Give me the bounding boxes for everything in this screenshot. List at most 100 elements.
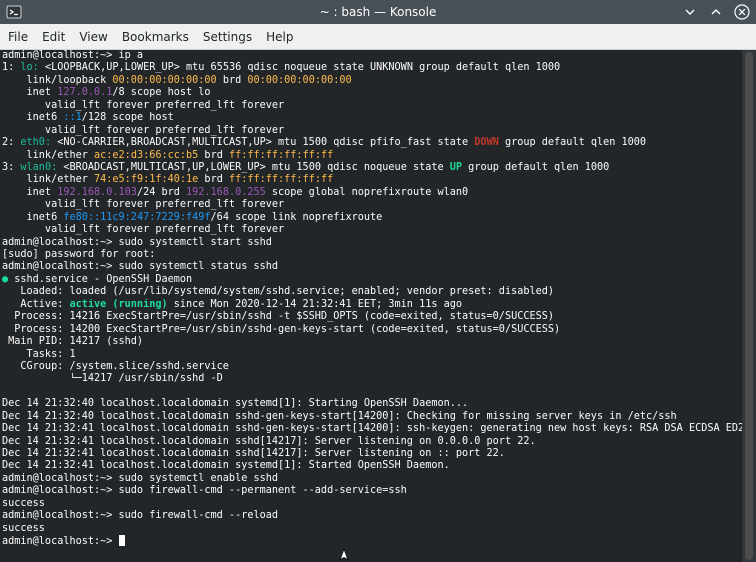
terminal-text-segment: <BROADCAST,MULTICAST,UP,LOWER_UP> mtu 15… [57, 161, 450, 173]
menu-help[interactable]: Help [259, 24, 300, 50]
terminal-text-segment: Dec 14 21:32:41 localhost.localdomain sy… [2, 460, 450, 472]
terminal-line: ● sshd.service - OpenSSH Daemon [2, 274, 742, 286]
menu-settings[interactable]: Settings [196, 24, 259, 50]
terminal-text-segment: ff:ff:ff:ff:ff:ff [228, 149, 334, 161]
terminal-text-segment: since Mon 2020-12-14 21:32:41 EET; 3min … [167, 298, 463, 310]
terminal-text-segment: valid_lft forever preferred_lft forever [2, 124, 285, 136]
close-icon [734, 4, 750, 20]
mouse-pointer-icon [338, 547, 350, 561]
terminal-text-segment: admin@localhost:~> [2, 536, 119, 548]
terminal-line: valid_lft forever preferred_lft forever [2, 199, 742, 211]
vertical-scrollbar[interactable] [742, 50, 756, 562]
terminal-text-segment: link/loopback [2, 74, 113, 86]
terminal-line: Dec 14 21:32:41 localhost.localdomain ss… [2, 423, 742, 435]
terminal-text-segment: 1: [2, 62, 21, 74]
terminal-line: inet6 fe80::11c9:247:7229:f49f/64 scope … [2, 212, 742, 224]
terminal-text-segment: DOWN [474, 137, 499, 149]
terminal-text-segment: 00:00:00:00:00:00 [247, 74, 352, 86]
terminal-line: link/loopback 00:00:00:00:00:00 brd 00:0… [2, 75, 742, 87]
terminal-text-segment: active (running) [69, 298, 168, 310]
terminal-line: inet 127.0.0.1/8 scope host lo [2, 87, 742, 99]
minimize-button[interactable] [682, 4, 698, 20]
terminal-line: Process: 14200 ExecStartPre=/usr/sbin/ss… [2, 324, 742, 336]
terminal-text-segment: 192.168.0.103 [57, 186, 137, 198]
menu-file[interactable]: File [0, 24, 35, 50]
terminal-text-segment: Loaded: loaded (/usr/lib/systemd/system/… [2, 286, 555, 298]
terminal-line: 1: lo: <LOOPBACK,UP,LOWER_UP> mtu 65536 … [2, 62, 742, 74]
terminal-line: admin@localhost:~> sudo firewall-cmd --p… [2, 485, 742, 497]
terminal-text-segment: inet6 [2, 112, 64, 124]
terminal-text-segment: Dec 14 21:32:41 localhost.localdomain ss… [2, 448, 505, 459]
terminal-line: CGroup: /system.slice/sshd.service [2, 361, 742, 373]
terminal-text-segment: 2: [2, 137, 21, 149]
terminal-line: Dec 14 21:32:40 localhost.localdomain ss… [2, 411, 742, 423]
terminal-text-segment: inet [2, 186, 58, 198]
terminal-text-segment: ff:ff:ff:ff:ff:ff [228, 174, 334, 186]
terminal-line: Dec 14 21:32:41 localhost.localdomain sy… [2, 460, 742, 472]
terminal-text-segment: Dec 14 21:32:41 localhost.localdomain ss… [2, 423, 742, 435]
terminal-line: admin@localhost:~> sudo systemctl status… [2, 261, 742, 273]
terminal-text-segment: /64 scope link noprefixroute [210, 211, 383, 223]
terminal-line: 3: wlan0: <BROADCAST,MULTICAST,UP,LOWER_… [2, 162, 742, 174]
menu-bookmarks[interactable]: Bookmarks [115, 24, 196, 50]
terminal-text-segment: admin@localhost:~> sudo systemctl start … [2, 236, 272, 248]
terminal-text-segment: UP [449, 161, 463, 173]
terminal-text-segment: Active: [2, 298, 70, 310]
close-button[interactable] [734, 4, 750, 20]
terminal-text-segment: CGroup: /system.slice/sshd.service [2, 360, 229, 372]
terminal-text-segment: admin@localhost:~> ip a [2, 50, 144, 61]
scrollbar-thumb[interactable] [745, 52, 753, 560]
terminal-text-segment: inet [2, 87, 58, 99]
terminal-line: Process: 14216 ExecStartPre=/usr/sbin/ss… [2, 311, 742, 323]
terminal-line: admin@localhost:~> sudo firewall-cmd --r… [2, 510, 742, 522]
menu-edit[interactable]: Edit [35, 24, 72, 50]
terminal-text-segment: 3: [2, 161, 21, 173]
menu-bar: File Edit View Bookmarks Settings Help [0, 24, 756, 50]
terminal-line: Tasks: 1 [2, 349, 742, 361]
terminal-line: link/ether ac:e2:d3:66:cc:b5 brd ff:ff:f… [2, 150, 742, 162]
terminal-text-segment: admin@localhost:~> sudo firewall-cmd --p… [2, 485, 407, 497]
konsole-window: ~ : bash — Konsole File Edit View Bookma… [0, 0, 756, 562]
terminal-text-segment: Process: 14200 ExecStartPre=/usr/sbin/ss… [2, 323, 561, 335]
maximize-button[interactable] [708, 4, 724, 20]
terminal-text-segment: Dec 14 21:32:40 localhost.localdomain ss… [2, 410, 677, 422]
terminal-line: success [2, 523, 742, 535]
terminal-line: admin@localhost:~> [2, 535, 742, 547]
title-bar[interactable]: ~ : bash — Konsole [0, 0, 756, 24]
terminal-text-segment: success [2, 497, 45, 509]
terminal-text-segment: fe80::11c9:247:7229:f49f [63, 211, 211, 223]
terminal-line: [sudo] password for root: [2, 249, 742, 261]
terminal-text-segment: sshd.service - OpenSSH Daemon [8, 273, 193, 285]
terminal-text-segment: 127.0.0.1 [57, 87, 113, 99]
terminal-text-segment: lo: [20, 62, 39, 74]
terminal-line: inet6 ::1/128 scope host [2, 112, 742, 124]
terminal-line: Dec 14 21:32:41 localhost.localdomain ss… [2, 448, 742, 460]
terminal-text-segment: admin@localhost:~> sudo firewall-cmd --r… [2, 510, 279, 522]
terminal-text-segment: ::1 [63, 112, 82, 124]
terminal-text-segment: admin@localhost:~> sudo systemctl status… [2, 261, 279, 273]
terminal-text-segment: valid_lft forever preferred_lft forever [2, 99, 285, 111]
terminal-text-segment: Tasks: 1 [2, 348, 76, 360]
terminal-text-segment: brd [198, 149, 229, 161]
terminal-line: Loaded: loaded (/usr/lib/systemd/system/… [2, 286, 742, 298]
terminal-line: success [2, 498, 742, 510]
terminal-line: admin@localhost:~> sudo systemctl enable… [2, 473, 742, 485]
terminal-output[interactable]: admin@localhost:~> ip a 1: lo: <LOOPBACK,… [0, 50, 742, 562]
terminal-line: Dec 14 21:32:41 localhost.localdomain ss… [2, 436, 742, 448]
terminal-line: valid_lft forever preferred_lft forever [2, 224, 742, 236]
chevron-down-icon [685, 9, 695, 15]
terminal-text-segment: Dec 14 21:32:40 localhost.localdomain sy… [2, 398, 469, 410]
terminal-text-segment: group default qlen 1000 [462, 161, 610, 173]
terminal-text-segment: eth0: [20, 137, 52, 149]
terminal-text-segment: /24 brd [136, 186, 187, 198]
terminal-text-segment: inet6 [2, 211, 64, 223]
terminal-line: inet 192.168.0.103/24 brd 192.168.0.255 … [2, 187, 742, 199]
terminal-text-segment: Process: 14216 ExecStartPre=/usr/sbin/ss… [2, 311, 555, 323]
terminal-text-segment: link/ether [2, 149, 95, 161]
terminal-text-segment: valid_lft forever preferred_lft forever [2, 199, 285, 211]
window-title: ~ : bash — Konsole [319, 5, 437, 19]
menu-view[interactable]: View [72, 24, 114, 50]
terminal-line: Dec 14 21:32:40 localhost.localdomain sy… [2, 398, 742, 410]
terminal-line: link/ether 74:e5:f9:1f:40:1e brd ff:ff:f… [2, 174, 742, 186]
